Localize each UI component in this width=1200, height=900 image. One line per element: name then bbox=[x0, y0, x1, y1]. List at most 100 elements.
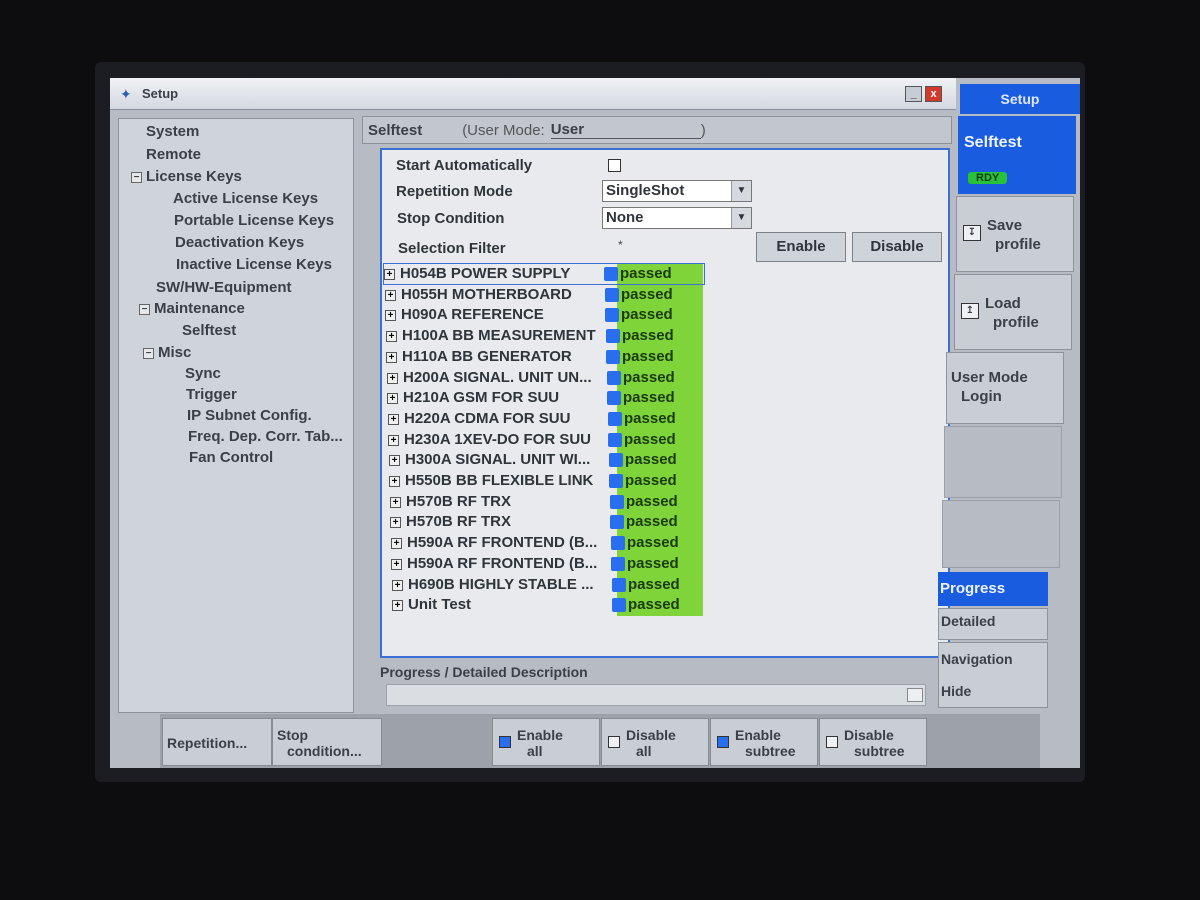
tree-item-remote[interactable]: Remote bbox=[146, 146, 201, 163]
selection-filter-value[interactable]: * bbox=[618, 238, 623, 252]
stop-condition-softkey[interactable]: Stop condition... bbox=[272, 718, 382, 766]
expand-icon[interactable]: + bbox=[384, 269, 395, 280]
test-row[interactable]: + H230A 1XEV-DO FOR SUU passed bbox=[388, 430, 708, 450]
stop-condition-select[interactable]: None ▼ bbox=[602, 207, 752, 229]
disable-button[interactable]: Disable bbox=[852, 232, 942, 262]
expand-icon[interactable]: + bbox=[388, 413, 399, 425]
tree-item-maintenance[interactable]: − Maintenance bbox=[139, 300, 245, 317]
scroll-handle-icon[interactable] bbox=[907, 688, 923, 702]
chevron-down-icon[interactable]: ▼ bbox=[731, 181, 751, 201]
test-row[interactable]: + H570B RF TRX passed bbox=[390, 512, 710, 532]
tree-item-portable-license-keys[interactable]: Portable License Keys bbox=[174, 212, 334, 229]
enable-all-softkey[interactable]: Enable all bbox=[492, 718, 600, 766]
test-enabled-checkbox[interactable] bbox=[606, 329, 620, 344]
expand-icon[interactable]: + bbox=[388, 434, 399, 446]
tree-item-sw-hw-equipment[interactable]: SW/HW-Equipment bbox=[156, 279, 292, 296]
test-enabled-checkbox[interactable] bbox=[606, 349, 620, 364]
test-row[interactable]: + H100A BB MEASUREMENT passed bbox=[386, 326, 706, 346]
test-status: passed bbox=[622, 347, 674, 365]
test-row[interactable]: + H590A RF FRONTEND (B... passed bbox=[391, 533, 711, 553]
expand-icon[interactable]: + bbox=[387, 393, 398, 405]
expand-icon[interactable]: + bbox=[391, 538, 402, 550]
test-row[interactable]: + H570B RF TRX passed bbox=[390, 492, 710, 512]
tree-item-trigger[interactable]: Trigger bbox=[186, 386, 237, 403]
instrument-screen: ✦ Setup _ x System Remote − License Keys … bbox=[110, 78, 1080, 768]
expand-icon[interactable]: + bbox=[385, 310, 396, 322]
expand-icon[interactable]: + bbox=[391, 558, 402, 570]
save-profile-button[interactable]: ↧ Save profile bbox=[956, 196, 1074, 272]
tree-item-sync[interactable]: Sync bbox=[185, 365, 221, 382]
tree-item-selftest[interactable]: Selftest bbox=[182, 322, 236, 339]
test-enabled-checkbox[interactable] bbox=[612, 577, 626, 592]
expand-icon[interactable]: + bbox=[392, 600, 403, 612]
load-profile-button[interactable]: ↥ Load profile bbox=[954, 274, 1072, 350]
test-name: H590A RF FRONTEND (B... bbox=[407, 534, 598, 552]
navigation-hide-button[interactable]: Navigation Hide bbox=[938, 642, 1048, 708]
test-row[interactable]: + H110A BB GENERATOR passed bbox=[386, 347, 706, 367]
tree-item-inactive-license-keys[interactable]: Inactive License Keys bbox=[176, 256, 332, 273]
collapse-icon[interactable]: − bbox=[131, 172, 142, 183]
expand-icon[interactable]: + bbox=[390, 496, 401, 508]
expand-icon[interactable]: + bbox=[392, 579, 403, 591]
start-automatically-label: Start Automatically bbox=[396, 157, 533, 174]
test-row[interactable]: + Unit Test passed bbox=[392, 595, 712, 615]
test-enabled-checkbox[interactable] bbox=[607, 370, 621, 385]
tree-item-ip-subnet-config[interactable]: IP Subnet Config. bbox=[187, 407, 312, 424]
close-button[interactable]: x bbox=[925, 86, 942, 102]
test-enabled-checkbox[interactable] bbox=[608, 432, 622, 447]
test-row[interactable]: + H054B POWER SUPPLY passed bbox=[383, 263, 705, 285]
softkey-selftest[interactable]: Selftest RDY bbox=[958, 116, 1076, 194]
tree-item-license-keys[interactable]: − License Keys bbox=[131, 168, 242, 185]
tree-item-fan-control[interactable]: Fan Control bbox=[189, 449, 273, 466]
test-enabled-checkbox[interactable] bbox=[609, 474, 623, 488]
test-row[interactable]: + H590A RF FRONTEND (B... passed bbox=[391, 554, 711, 574]
test-enabled-checkbox[interactable] bbox=[611, 556, 625, 571]
collapse-icon[interactable]: − bbox=[143, 348, 154, 359]
repetition-softkey[interactable]: Repetition... bbox=[162, 718, 272, 766]
test-row[interactable]: + H055H MOTHERBOARD passed bbox=[385, 285, 705, 305]
expand-icon[interactable]: + bbox=[387, 372, 398, 384]
tree-item-freq-dep-corr-tab[interactable]: Freq. Dep. Corr. Tab... bbox=[188, 428, 343, 445]
progress-tab[interactable]: Progress bbox=[938, 572, 1048, 606]
enable-button[interactable]: Enable bbox=[756, 232, 846, 262]
test-enabled-checkbox[interactable] bbox=[605, 287, 619, 302]
chevron-down-icon[interactable]: ▼ bbox=[731, 208, 751, 228]
tree-item-deactivation-keys[interactable]: Deactivation Keys bbox=[175, 234, 304, 251]
tree-item-system[interactable]: System bbox=[146, 123, 199, 140]
test-row[interactable]: + H210A GSM FOR SUU passed bbox=[387, 388, 707, 408]
minimize-button[interactable]: _ bbox=[905, 86, 922, 102]
start-automatically-checkbox[interactable] bbox=[608, 159, 621, 172]
test-row[interactable]: + H550B BB FLEXIBLE LINK passed bbox=[389, 471, 709, 491]
expand-icon[interactable]: + bbox=[389, 476, 400, 487]
test-enabled-checkbox[interactable] bbox=[610, 515, 624, 530]
test-enabled-checkbox[interactable] bbox=[604, 267, 618, 281]
test-row[interactable]: + H220A CDMA FOR SUU passed bbox=[388, 409, 708, 429]
test-enabled-checkbox[interactable] bbox=[611, 536, 625, 551]
expand-icon[interactable]: + bbox=[389, 455, 400, 467]
expand-icon[interactable]: + bbox=[386, 351, 397, 363]
disable-all-softkey[interactable]: Disable all bbox=[601, 718, 709, 766]
expand-icon[interactable]: + bbox=[385, 289, 396, 301]
tree-item-misc[interactable]: − Misc bbox=[143, 344, 191, 361]
disable-subtree-softkey[interactable]: Disable subtree bbox=[819, 718, 927, 766]
tree-item-active-license-keys[interactable]: Active License Keys bbox=[173, 190, 318, 207]
test-enabled-checkbox[interactable] bbox=[610, 494, 624, 509]
test-enabled-checkbox[interactable] bbox=[609, 453, 623, 468]
test-row[interactable]: + H690B HIGHLY STABLE ... passed bbox=[392, 575, 712, 595]
test-enabled-checkbox[interactable] bbox=[612, 598, 626, 613]
detailed-tab[interactable]: Detailed bbox=[938, 608, 1048, 640]
test-enabled-checkbox[interactable] bbox=[605, 308, 619, 323]
test-row[interactable]: + H200A SIGNAL. UNIT UN... passed bbox=[387, 368, 707, 388]
test-status: passed bbox=[626, 513, 678, 531]
repetition-mode-select[interactable]: SingleShot ▼ bbox=[602, 180, 752, 202]
expand-icon[interactable]: + bbox=[386, 331, 397, 343]
test-row[interactable]: + H090A REFERENCE passed bbox=[385, 305, 705, 325]
user-mode-login-button[interactable]: User Mode Login bbox=[946, 352, 1064, 424]
collapse-icon[interactable]: − bbox=[139, 304, 150, 315]
enable-subtree-softkey[interactable]: Enable subtree bbox=[710, 718, 818, 766]
expand-icon[interactable]: + bbox=[390, 517, 401, 529]
test-enabled-checkbox[interactable] bbox=[607, 391, 621, 406]
test-row[interactable]: + H300A SIGNAL. UNIT WI... passed bbox=[389, 450, 709, 470]
ready-indicator: RDY bbox=[968, 172, 1008, 184]
test-enabled-checkbox[interactable] bbox=[608, 411, 622, 426]
